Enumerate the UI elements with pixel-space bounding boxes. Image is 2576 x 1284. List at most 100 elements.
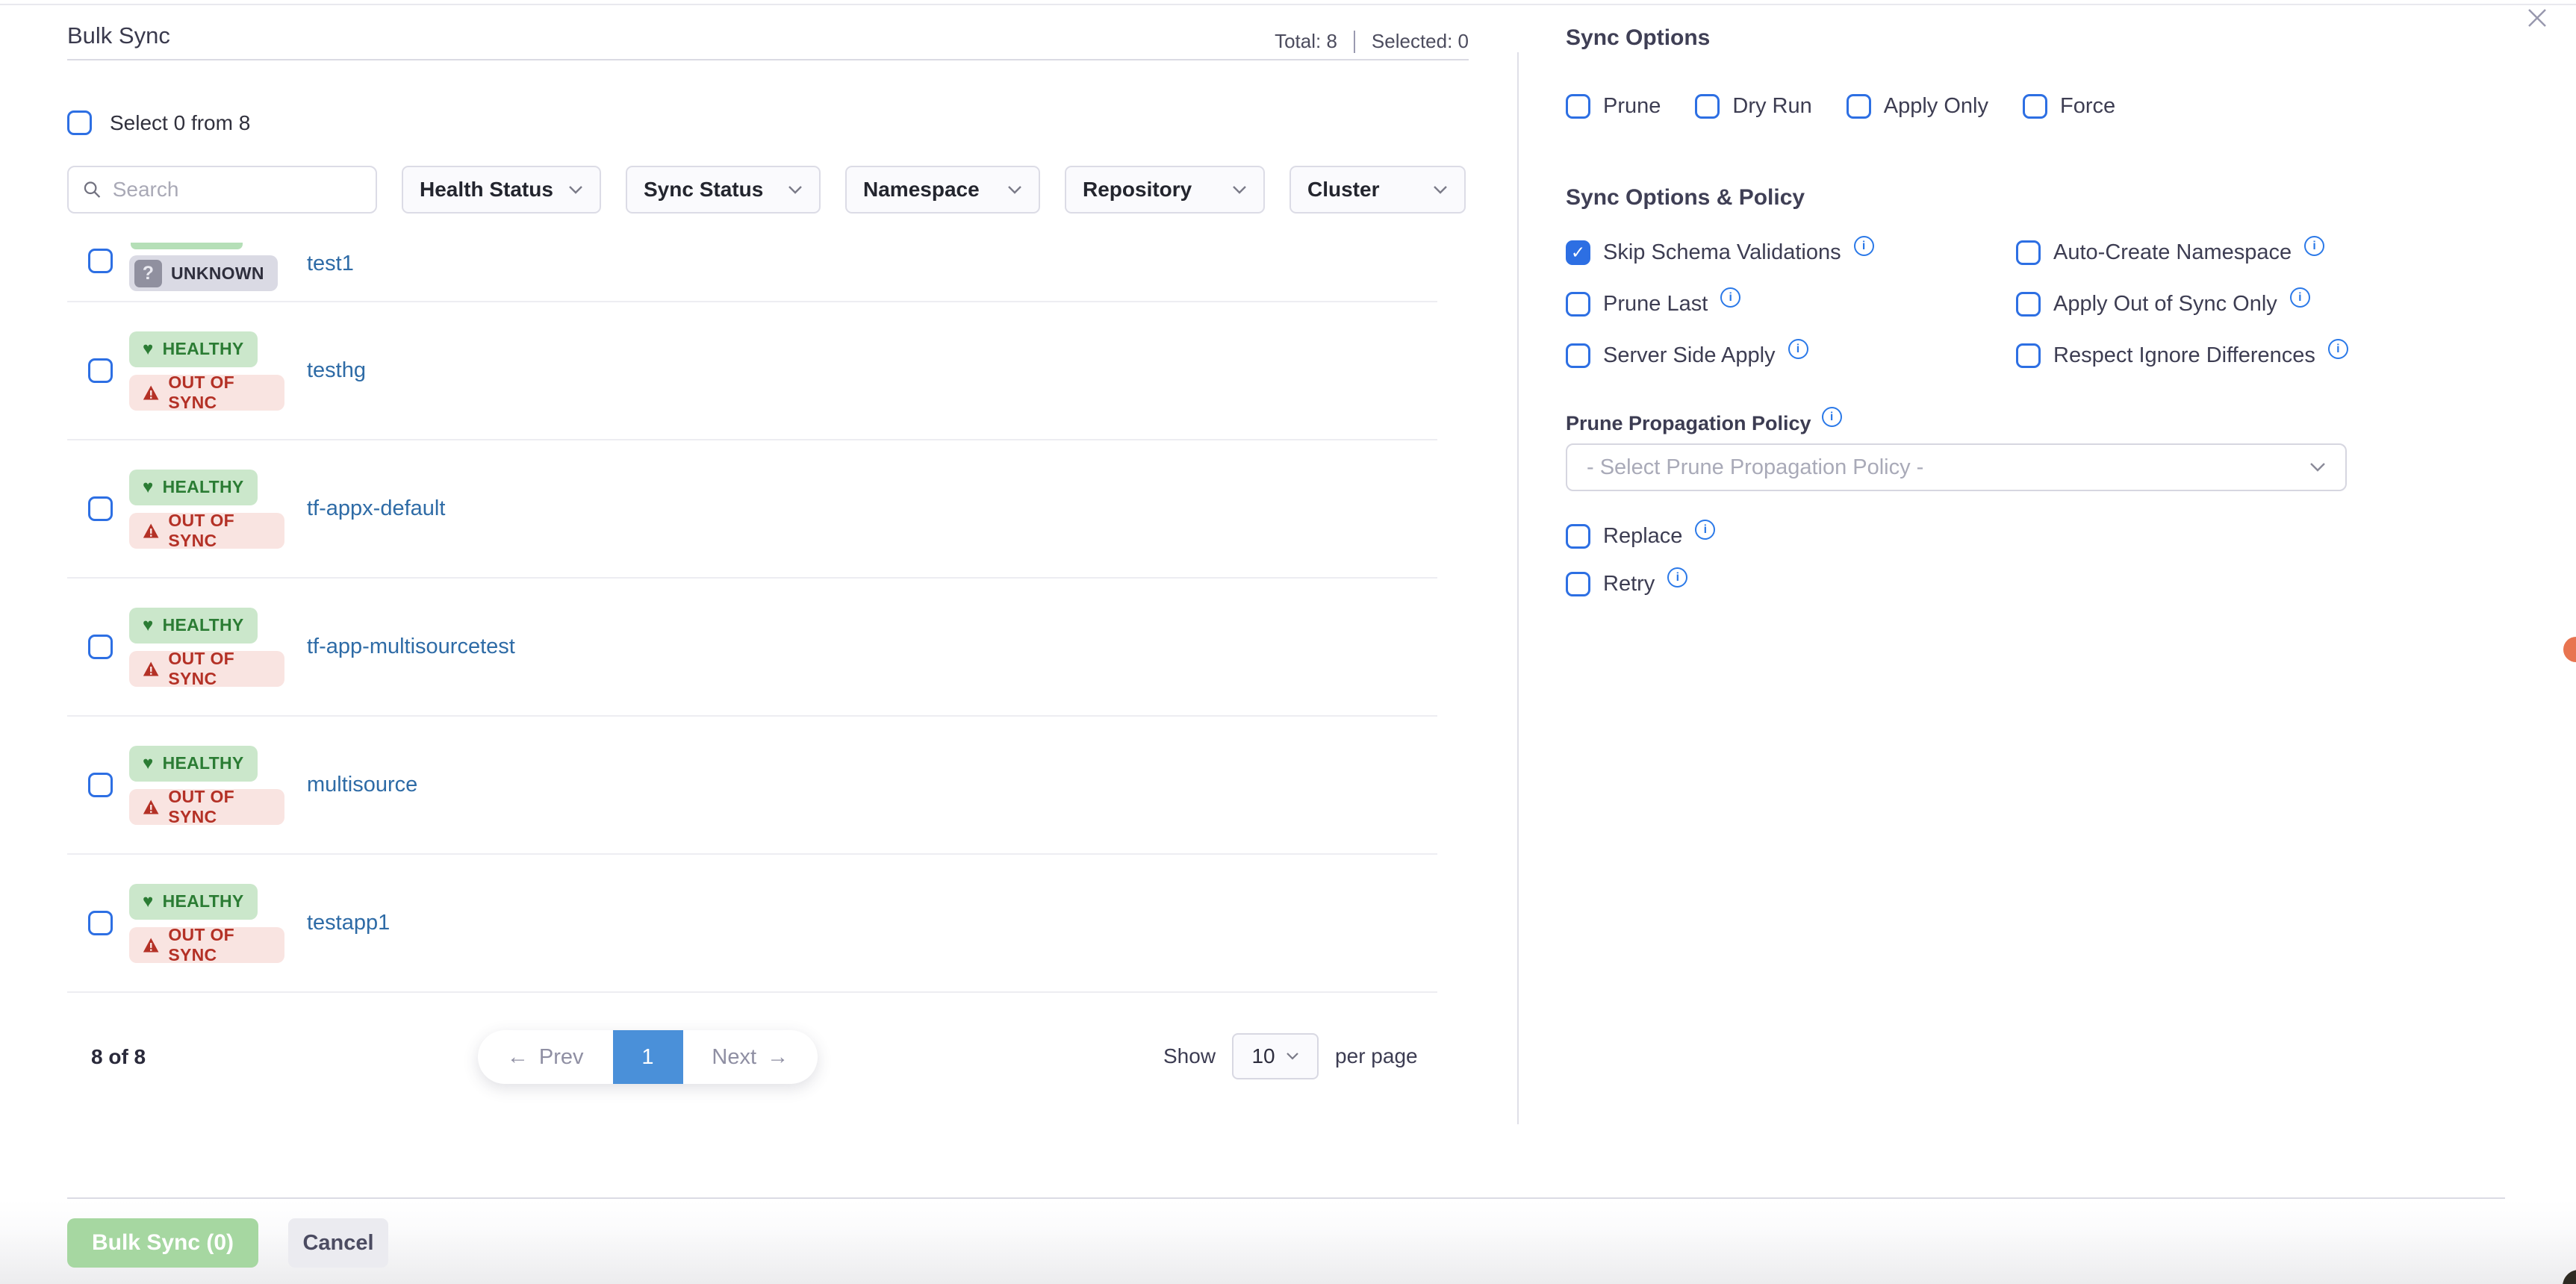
show-label: Show [1163, 1044, 1216, 1068]
retry-checkbox[interactable]: ✓ [1566, 572, 1590, 596]
health-status-badge: ♥ HEALTHY [129, 331, 258, 367]
replace-checkbox[interactable]: ✓ [1566, 524, 1590, 549]
row-checkbox[interactable]: ✓ [88, 249, 113, 273]
row-checkbox[interactable]: ✓ [88, 635, 113, 659]
option-replace: ✓ Replace i [1566, 524, 1715, 549]
table-row: ✓ ? UNKNOWN test1 [67, 214, 1437, 302]
option-auto-create-namespace: ✓ Auto-Create Namespace i [2016, 240, 2348, 265]
pagination-summary: 8 of 8 [91, 1045, 146, 1069]
prune-last-checkbox[interactable]: ✓ [1566, 292, 1590, 317]
bulk-sync-button[interactable]: Bulk Sync (0) [67, 1218, 258, 1268]
row-checkbox[interactable]: ✓ [88, 911, 113, 935]
option-prune: ✓ Prune [1566, 94, 1661, 119]
option-prune-last: ✓ Prune Last i [1566, 292, 2016, 317]
apply-out-of-sync-only-checkbox[interactable]: ✓ [2016, 292, 2041, 317]
health-status-badge: ♥ HEALTHY [129, 608, 258, 643]
table-row: ✓ ♥ HEALTHY OUT OF SYNC multisource [67, 717, 1437, 855]
info-icon[interactable]: i [1854, 236, 1874, 256]
app-name-link[interactable]: multisource [307, 773, 417, 797]
app-name-link[interactable]: tf-appx-default [307, 496, 445, 521]
per-page-label: per page [1335, 1044, 1418, 1068]
list-totals: Total: 8 Selected: 0 [67, 30, 1469, 53]
heart-icon: ♥ [143, 617, 154, 635]
server-side-apply-checkbox[interactable]: ✓ [1566, 343, 1590, 368]
status-badges: ? UNKNOWN [129, 243, 284, 291]
chevron-down-icon [1286, 1052, 1299, 1061]
table-row: ✓ ♥ HEALTHY OUT OF SYNC tf-app-multisour… [67, 579, 1437, 717]
select-placeholder: - Select Prune Propagation Policy - [1587, 455, 1923, 480]
filter-sync-status[interactable]: Sync Status [626, 166, 821, 214]
info-icon[interactable]: i [1822, 407, 1842, 427]
selected-count: Selected: 0 [1372, 30, 1469, 53]
filter-namespace[interactable]: Namespace [845, 166, 1040, 214]
page-size-select[interactable]: 10 [1232, 1033, 1319, 1079]
filter-health-status[interactable]: Health Status [402, 166, 601, 214]
option-server-side-apply: ✓ Server Side Apply i [1566, 343, 2016, 368]
policy-options-grid: ✓ Skip Schema Validations i ✓ Auto-Creat… [1566, 240, 2348, 368]
table-row: ✓ ♥ HEALTHY OUT OF SYNC tf-appx-default [67, 440, 1437, 579]
info-icon[interactable]: i [1667, 567, 1687, 588]
warning-icon [143, 522, 159, 540]
option-force: ✓ Force [2023, 94, 2115, 119]
info-icon[interactable]: i [1788, 339, 1808, 359]
heart-icon: ♥ [143, 340, 154, 358]
force-checkbox[interactable]: ✓ [2023, 94, 2047, 119]
option-dry-run: ✓ Dry Run [1695, 94, 1811, 119]
current-page-button[interactable]: 1 [613, 1030, 683, 1084]
status-badges: ♥ HEALTHY OUT OF SYNC [129, 746, 284, 825]
prune-propagation-policy-select[interactable]: - Select Prune Propagation Policy - [1566, 443, 2347, 491]
info-icon[interactable]: i [1695, 520, 1715, 540]
info-icon[interactable]: i [2290, 287, 2310, 308]
arrow-left-icon: ← [507, 1045, 529, 1070]
row-checkbox[interactable]: ✓ [88, 496, 113, 521]
table-row: ✓ ♥ HEALTHY OUT OF SYNC testapp1 [67, 855, 1437, 993]
info-icon[interactable]: i [1720, 287, 1740, 308]
option-respect-ignore-differences: ✓ Respect Ignore Differences i [2016, 343, 2348, 368]
info-icon[interactable]: i [2304, 236, 2324, 256]
totals-separator [1354, 31, 1355, 53]
notification-dot[interactable] [2563, 637, 2576, 662]
chevron-down-icon [1007, 185, 1022, 195]
clipped-healthy-badge [131, 243, 243, 249]
sync-status-badge: OUT OF SYNC [129, 375, 284, 411]
app-name-link[interactable]: testhg [307, 358, 366, 383]
cancel-button[interactable]: Cancel [288, 1218, 388, 1268]
search-input-wrap [67, 166, 377, 214]
header-divider [67, 59, 1469, 60]
status-badges: ♥ HEALTHY OUT OF SYNC [129, 608, 284, 687]
health-status-badge: ♥ HEALTHY [129, 884, 258, 920]
sync-status-badge: OUT OF SYNC [129, 651, 284, 687]
respect-ignore-differences-checkbox[interactable]: ✓ [2016, 343, 2041, 368]
prev-page-button[interactable]: ← Prev [478, 1030, 613, 1084]
select-all-checkbox[interactable]: ✓ [67, 110, 92, 135]
health-status-badge: ♥ HEALTHY [129, 470, 258, 505]
app-name-link[interactable]: tf-app-multisourcetest [307, 635, 515, 659]
prune-checkbox[interactable]: ✓ [1566, 94, 1590, 119]
close-icon[interactable] [2524, 4, 2551, 31]
filter-repository[interactable]: Repository [1065, 166, 1265, 214]
warning-icon [143, 660, 159, 678]
search-input[interactable] [113, 178, 362, 202]
footer-divider [67, 1197, 2505, 1199]
info-icon[interactable]: i [2328, 339, 2348, 359]
auto-create-namespace-checkbox[interactable]: ✓ [2016, 240, 2041, 265]
skip-schema-validations-checkbox[interactable]: ✓ [1566, 240, 1590, 265]
table-row: ✓ ♥ HEALTHY OUT OF SYNC testhg [67, 302, 1437, 440]
app-name-link[interactable]: test1 [307, 252, 354, 276]
next-page-button[interactable]: Next → [683, 1030, 818, 1084]
row-checkbox[interactable]: ✓ [88, 773, 113, 797]
apply-only-checkbox[interactable]: ✓ [1847, 94, 1871, 119]
row-checkbox[interactable]: ✓ [88, 358, 113, 383]
application-list: ✓ ? UNKNOWN test1 ✓ ♥ HEALTHY OUT OF SYN… [67, 214, 1437, 993]
chevron-down-icon [1433, 185, 1448, 195]
sync-status-badge: OUT OF SYNC [129, 789, 284, 825]
warning-icon [143, 798, 159, 816]
option-apply-out-of-sync-only: ✓ Apply Out of Sync Only i [2016, 292, 2348, 317]
dry-run-checkbox[interactable]: ✓ [1695, 94, 1720, 119]
chevron-down-icon [788, 185, 803, 195]
status-badges: ♥ HEALTHY OUT OF SYNC [129, 884, 284, 963]
pagination-pill: ← Prev 1 Next → [478, 1030, 818, 1084]
filter-cluster[interactable]: Cluster [1289, 166, 1466, 214]
option-retry: ✓ Retry i [1566, 572, 1687, 596]
app-name-link[interactable]: testapp1 [307, 911, 390, 935]
